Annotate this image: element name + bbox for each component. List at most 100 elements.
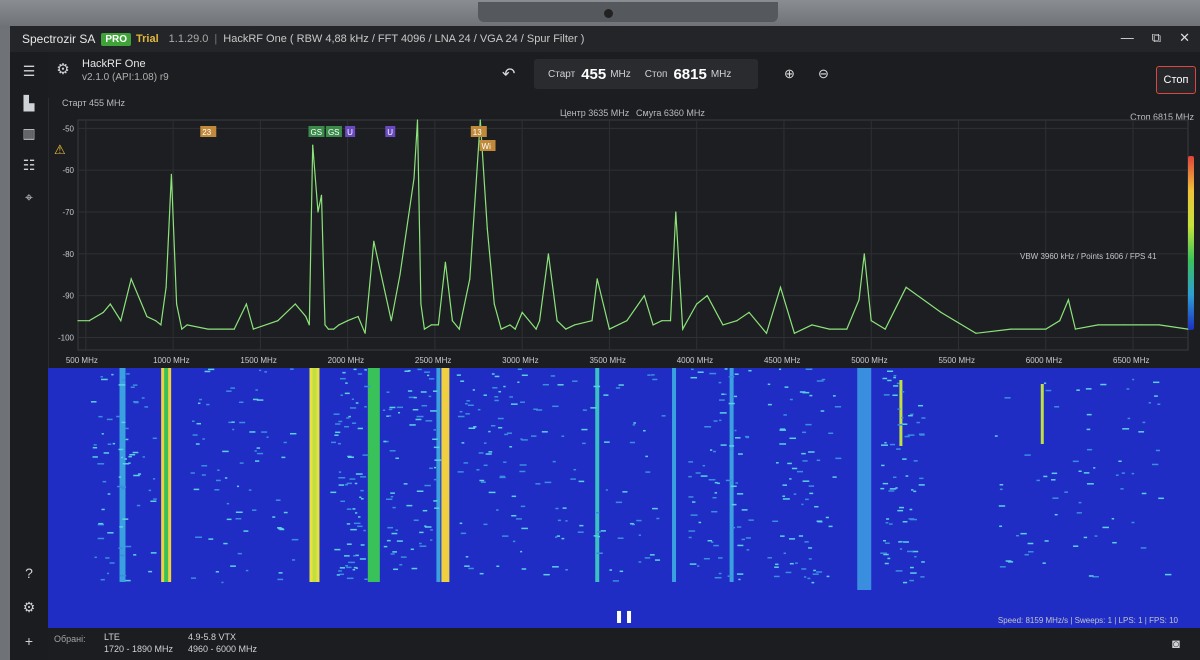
- waterfall-speckle: [520, 401, 525, 403]
- level-colorbar[interactable]: [1188, 156, 1194, 330]
- pin-icon[interactable]: ⌖: [20, 188, 38, 206]
- waterfall-speckle: [783, 552, 787, 555]
- barcode-icon[interactable]: ▥: [20, 124, 38, 142]
- waterfall-speckle: [468, 567, 474, 570]
- waterfall-speckle: [909, 579, 914, 582]
- waterfall-speckle: [821, 378, 826, 381]
- waterfall-speckle: [881, 444, 888, 446]
- tune-icon[interactable]: ☷: [20, 156, 38, 174]
- waterfall-speckle: [748, 519, 754, 521]
- waterfall-speckle: [729, 445, 735, 447]
- waterfall-speckle: [124, 427, 129, 430]
- waterfall-speckle: [152, 437, 157, 440]
- waterfall-speckle: [228, 421, 232, 424]
- waterfall-speckle: [494, 375, 500, 378]
- zoom-out-icon[interactable]: ⊖: [818, 66, 829, 82]
- waterfall-speckle: [230, 387, 235, 389]
- waterfall-speckle: [235, 511, 243, 513]
- waterfall-speckle: [190, 472, 195, 474]
- waterfall-speckle: [638, 534, 641, 536]
- waterfall-speckle: [509, 446, 513, 448]
- waterfall-speckle: [340, 394, 344, 396]
- waterfall-speckle: [102, 480, 107, 483]
- maximize-icon[interactable]: ⧉: [1152, 30, 1161, 46]
- waterfall-speckle: [721, 393, 725, 395]
- waterfall-speckle: [349, 407, 357, 409]
- waterfall-speckle: [342, 371, 346, 374]
- band-name: 4.9-5.8 VTX: [188, 632, 237, 642]
- data-point: [320, 194, 323, 196]
- waterfall-speckle: [289, 432, 297, 435]
- waterfall-speckle: [907, 550, 914, 553]
- waterfall-speckle: [346, 508, 352, 510]
- data-point: [905, 286, 907, 288]
- settings-icon[interactable]: ⚙: [20, 598, 38, 616]
- waterfall-speckle: [557, 519, 561, 522]
- waterfall-speckle: [331, 441, 336, 444]
- waterfall-speckle: [345, 565, 349, 567]
- waterfall-speckle: [407, 390, 413, 392]
- waterfall-speckle: [695, 472, 701, 474]
- waterfall-speckle: [918, 433, 925, 435]
- waterfall-speckle: [918, 484, 925, 486]
- waterfall-speckle: [364, 385, 371, 388]
- waterfall-speckle: [910, 518, 917, 521]
- close-icon[interactable]: ✕: [1179, 30, 1190, 46]
- data-point: [675, 211, 677, 213]
- waterfall-speckle: [222, 450, 229, 453]
- undo-icon[interactable]: ↶: [502, 64, 515, 84]
- x-tick-label: 6000 MHz: [1025, 356, 1063, 365]
- waterfall-speckle: [191, 420, 195, 423]
- waterfall-speckle: [97, 537, 105, 540]
- waterfall-speckle: [1115, 474, 1119, 476]
- stop-button[interactable]: Стоп: [1156, 66, 1196, 94]
- start-value[interactable]: 455: [581, 66, 606, 83]
- waterfall-speckle: [121, 488, 125, 490]
- band-marker[interactable]: GS: [308, 126, 325, 137]
- stop-value[interactable]: 6815: [673, 66, 706, 83]
- camera-icon[interactable]: ◙: [1172, 636, 1180, 651]
- zoom-in-icon[interactable]: ⊕: [784, 66, 795, 82]
- waterfall-speckle: [387, 526, 394, 529]
- waterfall-speckle: [357, 525, 363, 528]
- help-icon[interactable]: ?: [20, 564, 38, 582]
- waterfall[interactable]: ❚❚: [48, 368, 1200, 628]
- waterfall-speckle: [130, 386, 135, 388]
- data-point: [294, 303, 296, 305]
- waterfall-speckle: [125, 579, 131, 582]
- waterfall-speckle: [118, 476, 122, 478]
- band-marker[interactable]: 13: [470, 126, 487, 137]
- waterfall-speckle: [789, 538, 796, 540]
- waterfall-speckle: [488, 491, 496, 494]
- frequency-range[interactable]: Старт 455 MHz Стоп 6815 MHz: [534, 59, 758, 89]
- band-marker[interactable]: GS: [325, 126, 342, 137]
- add-icon[interactable]: +: [20, 632, 38, 650]
- waterfall-speckle: [480, 481, 486, 483]
- data-point: [444, 261, 446, 263]
- band-marker[interactable]: U: [345, 126, 356, 137]
- waterfall-speckle: [148, 489, 152, 492]
- data-point: [102, 311, 104, 313]
- performance-status: Speed: 8159 MHz/s | Sweeps: 1 | LPS: 1 |…: [997, 616, 1178, 625]
- app-window: Spectrozir SA PRO Trial 1.1.29.0 | HackR…: [10, 26, 1200, 660]
- band-marker[interactable]: Wi: [479, 140, 496, 151]
- data-point: [547, 253, 549, 255]
- waterfall-speckle: [345, 382, 348, 384]
- device-name: HackRF One: [82, 58, 146, 70]
- waterfall-speckle: [530, 435, 537, 437]
- chart-icon[interactable]: ▙: [20, 94, 38, 112]
- band-marker[interactable]: U: [385, 126, 396, 137]
- pause-icon[interactable]: ❚❚: [614, 609, 634, 623]
- webcam-icon: [604, 9, 613, 18]
- menu-icon[interactable]: ☰: [20, 62, 38, 80]
- spectrum-chart[interactable]: -50 -60 -70 -80 -90 -100 ⚠ 23 GS GS U U 13Wi: [48, 112, 1200, 356]
- device-settings-icon[interactable]: ⚙: [54, 60, 72, 78]
- waterfall-speckle: [346, 543, 352, 545]
- waterfall-speckle: [422, 509, 428, 512]
- minimize-icon[interactable]: —: [1121, 30, 1134, 46]
- data-point: [364, 332, 366, 334]
- waterfall-speckle: [994, 435, 998, 437]
- band-chip[interactable]: 4.9-5.8 VTX 4960 - 6000 MHz: [188, 631, 257, 655]
- band-chip[interactable]: LTE 1720 - 1890 MHz: [104, 631, 173, 655]
- band-marker[interactable]: 23: [200, 126, 217, 137]
